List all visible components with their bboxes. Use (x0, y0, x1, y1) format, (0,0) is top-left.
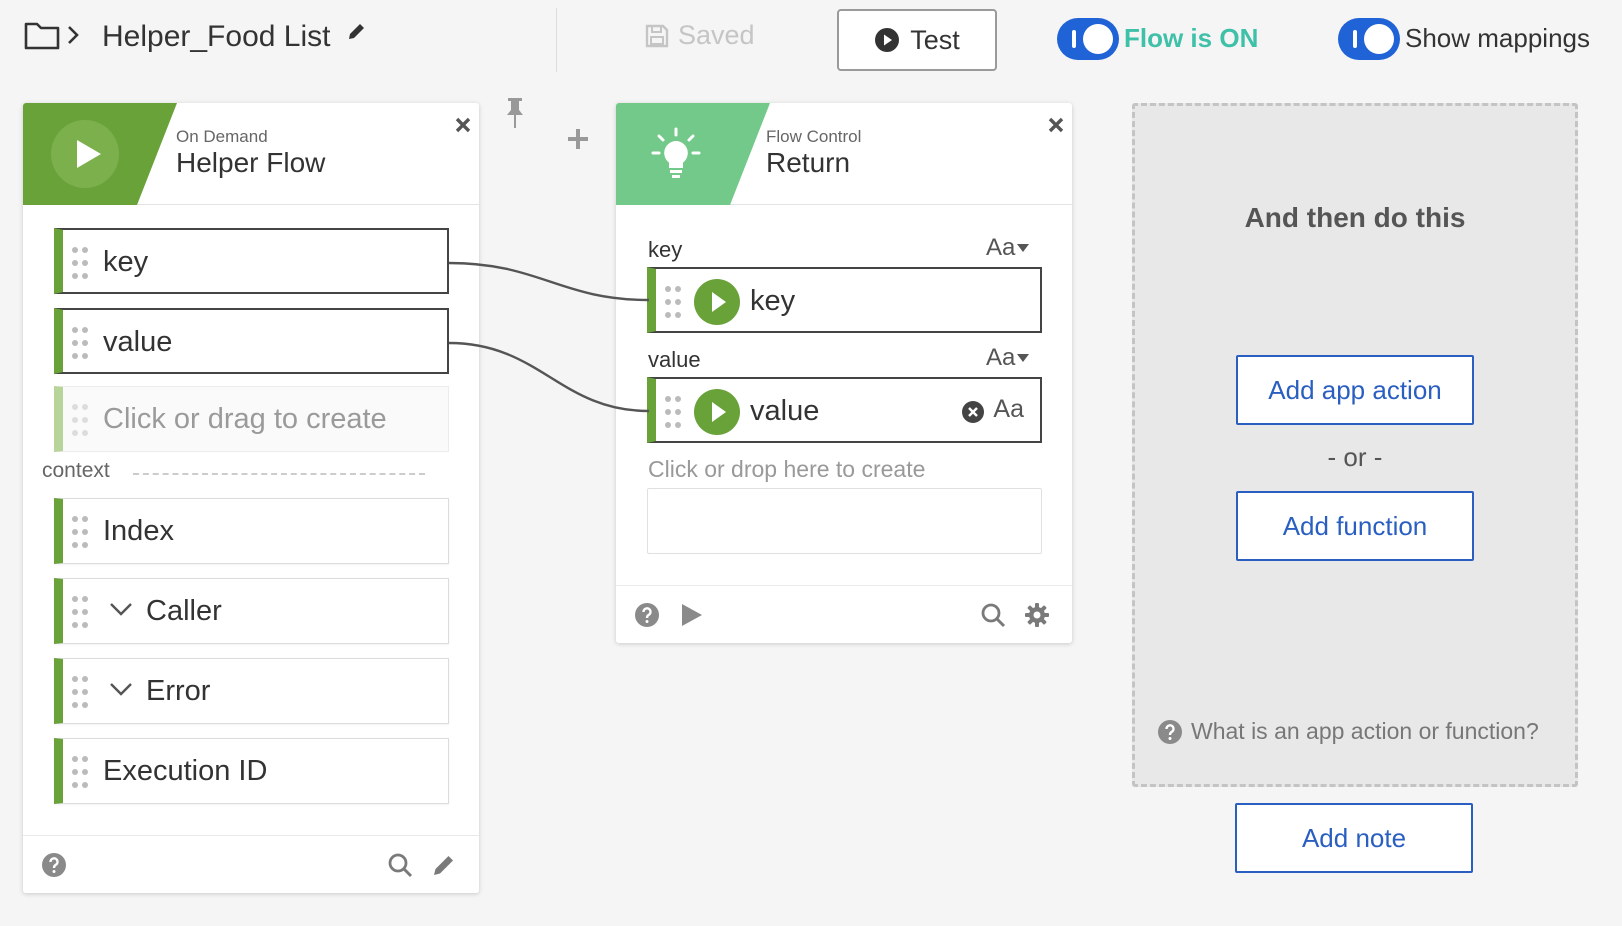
test-button[interactable]: Test (837, 9, 997, 71)
then-panel: And then do this Add app action - or - A… (1132, 103, 1578, 787)
help-link-text: What is an app action or function? (1191, 718, 1539, 744)
return-input-label-key: key (648, 237, 683, 262)
drop-zone[interactable] (647, 488, 1042, 554)
return-card: Flow Control Return key Aa key value Aa … (616, 103, 1072, 643)
flow-on-toggle[interactable] (1057, 18, 1119, 60)
return-card-header: Flow Control Return (616, 103, 1072, 205)
field-label: Index (103, 515, 174, 547)
trigger-title: Helper Flow (176, 147, 326, 178)
add-function-button[interactable]: Add function (1236, 491, 1474, 561)
trigger-card-header: On Demand Helper Flow (23, 103, 479, 205)
drag-handle-icon[interactable] (664, 395, 682, 429)
search-icon[interactable] (387, 852, 413, 878)
close-icon[interactable] (1046, 115, 1066, 135)
play-icon (77, 140, 101, 168)
return-input-key[interactable]: key (647, 267, 1042, 333)
field-label: Error (146, 675, 211, 707)
play-circle-icon (694, 389, 740, 435)
drag-handle-icon[interactable] (71, 595, 89, 629)
close-icon[interactable] (453, 115, 473, 135)
trigger-field-value[interactable]: value (54, 308, 449, 374)
help-icon (1158, 719, 1182, 744)
show-mappings-label: Show mappings (1405, 23, 1590, 53)
test-label: Test (910, 24, 960, 55)
drag-handle-icon[interactable] (71, 246, 89, 280)
type-badge: Aa (993, 395, 1024, 423)
field-label: Caller (146, 595, 222, 627)
plus-icon[interactable] (566, 127, 590, 151)
help-icon[interactable] (41, 852, 67, 878)
flow-title[interactable]: Helper_Food List (102, 20, 330, 54)
help-link[interactable]: What is an app action or function? (1157, 718, 1539, 745)
return-card-footer (616, 585, 1072, 643)
drag-handle-icon[interactable] (71, 515, 89, 549)
pin-icon[interactable] (503, 96, 527, 130)
gear-icon[interactable] (1024, 602, 1050, 628)
clear-icon[interactable] (962, 401, 984, 423)
flow-header: Helper_Food List Saved Test Flow is ON S… (0, 0, 1622, 80)
edit-icon[interactable] (431, 852, 457, 878)
saved-label: Saved (678, 20, 755, 50)
drag-handle-icon[interactable] (664, 285, 682, 319)
header-divider (556, 8, 557, 72)
chevron-down-icon[interactable] (109, 601, 133, 617)
context-field-execution-id[interactable]: Execution ID (54, 738, 449, 804)
mapped-value: value (750, 395, 820, 427)
caret-down-icon (1017, 244, 1030, 252)
or-divider: - or - (1327, 442, 1383, 472)
return-title: Return (766, 147, 851, 178)
context-field-error[interactable]: Error (54, 658, 449, 724)
add-app-action-button[interactable]: Add app action (1236, 355, 1474, 425)
mapped-value: key (750, 285, 796, 317)
run-step-icon[interactable] (678, 602, 704, 628)
trigger-card-footer (23, 835, 479, 893)
drag-handle-icon (72, 404, 88, 436)
create-placeholder-text: Click or drag to create (103, 403, 387, 435)
create-field-placeholder[interactable]: Click or drag to create (54, 386, 449, 452)
type-toggle-text: Aa (986, 344, 1016, 371)
return-subtitle: Flow Control (766, 127, 862, 146)
search-icon[interactable] (980, 602, 1006, 628)
drag-handle-icon[interactable] (71, 755, 89, 789)
add-note-button[interactable]: Add note (1235, 803, 1473, 873)
then-title: And then do this (1244, 202, 1466, 233)
drop-placeholder-text: Click or drop here to create (648, 456, 926, 482)
drag-handle-icon[interactable] (71, 675, 89, 709)
chevron-down-icon[interactable] (109, 681, 133, 697)
type-toggle-text: Aa (986, 234, 1016, 261)
saved-indicator: Saved (644, 20, 755, 51)
context-label: context (42, 459, 110, 482)
flow-on-label: Flow is ON (1124, 23, 1259, 53)
field-label: Execution ID (103, 755, 268, 787)
trigger-card: On Demand Helper Flow key value Click or… (23, 103, 479, 893)
caret-down-icon (1017, 354, 1030, 362)
trigger-subtitle: On Demand (176, 127, 268, 146)
show-mappings-toggle[interactable] (1338, 18, 1400, 60)
play-circle-icon (694, 279, 740, 325)
floppy-disk-icon (645, 24, 669, 47)
context-field-caller[interactable]: Caller (54, 578, 449, 644)
folder-icon[interactable] (24, 20, 60, 50)
return-input-label-value: value (648, 347, 701, 372)
chevron-right-icon (68, 26, 79, 44)
context-field-index[interactable]: Index (54, 498, 449, 564)
type-toggle-key[interactable]: Aa (986, 234, 1030, 262)
lightbulb-icon (651, 127, 701, 178)
field-label: key (103, 246, 149, 278)
trigger-field-key[interactable]: key (54, 228, 449, 294)
help-icon[interactable] (634, 602, 660, 628)
drag-handle-icon[interactable] (71, 326, 89, 360)
type-toggle-value[interactable]: Aa (986, 344, 1030, 372)
pencil-icon[interactable] (346, 22, 366, 42)
return-input-value[interactable]: value Aa (647, 377, 1042, 443)
play-circle-icon (875, 28, 900, 52)
field-label: value (103, 326, 173, 358)
context-divider (133, 473, 425, 475)
